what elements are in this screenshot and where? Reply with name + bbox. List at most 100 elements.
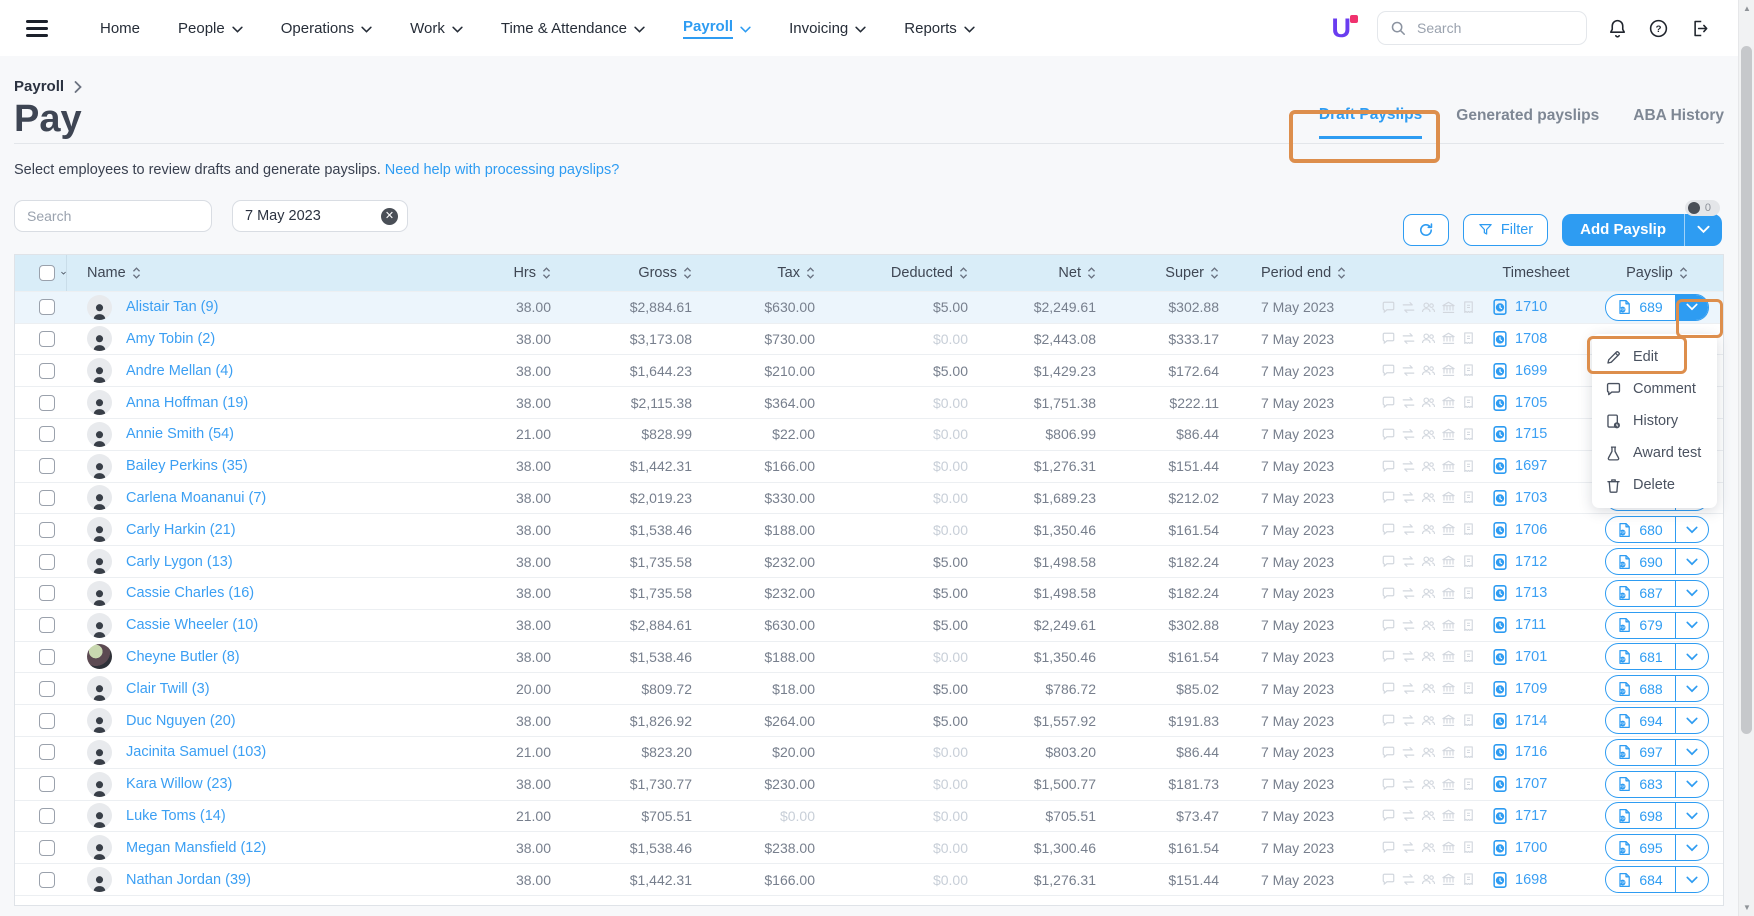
table-row[interactable]: Alistair Tan (9) 38.00 $2,884.61 $630.00… [15, 291, 1723, 323]
table-row[interactable]: Duc Nguyen (20) 38.00 $1,826.92 $264.00 … [15, 704, 1723, 736]
table-row[interactable]: Jacinita Samuel (103) 21.00 $823.20 $20.… [15, 736, 1723, 768]
payslip-menu-button[interactable] [1675, 676, 1708, 701]
employee-name-link[interactable]: Carly Lygon (13) [126, 554, 233, 570]
scrollbar-thumb[interactable] [1741, 46, 1752, 734]
payslip-button[interactable]: PDF 695 [1605, 834, 1708, 861]
row-checkbox[interactable] [39, 840, 55, 856]
payslip-button[interactable]: PDF 694 [1605, 707, 1708, 734]
scroll-down-icon[interactable]: ▼ [1739, 903, 1754, 912]
nav-item-invoicing[interactable]: Invoicing [789, 20, 866, 37]
timesheet-link[interactable]: 1714 [1515, 713, 1547, 729]
timesheet-link[interactable]: 1717 [1515, 808, 1547, 824]
table-row[interactable]: Carlena Moananui (7) 38.00 $2,019.23 $33… [15, 482, 1723, 514]
employee-name-link[interactable]: Annie Smith (54) [126, 426, 234, 442]
table-row[interactable]: Clair Twill (3) 20.00 $809.72 $18.00 $5.… [15, 672, 1723, 704]
timesheet-link[interactable]: 1700 [1515, 840, 1547, 856]
payslip-button[interactable]: PDF 697 [1605, 739, 1708, 766]
timesheet-link[interactable]: 1698 [1515, 872, 1547, 888]
timesheet-link[interactable]: 1699 [1515, 363, 1547, 379]
employee-name-link[interactable]: Duc Nguyen (20) [126, 713, 236, 729]
payslip-menu-button[interactable] [1675, 772, 1708, 797]
payslip-menu-button[interactable] [1675, 708, 1708, 733]
table-row[interactable]: Cassie Charles (16) 38.00 $1,735.58 $232… [15, 577, 1723, 609]
payslip-button[interactable]: PDF 683 [1605, 771, 1708, 798]
timesheet-link[interactable]: 1710 [1515, 299, 1547, 315]
logout-icon[interactable] [1689, 18, 1710, 39]
payslip-button[interactable]: PDF 698 [1605, 802, 1708, 829]
payslip-menu-button[interactable] [1675, 581, 1708, 606]
payslip-button[interactable]: PDF 680 [1605, 516, 1708, 543]
timesheet-link[interactable]: 1716 [1515, 744, 1547, 760]
employee-name-link[interactable]: Carlena Moananui (7) [126, 490, 266, 506]
table-row[interactable]: Cheyne Butler (8) 38.00 $1,538.46 $188.0… [15, 641, 1723, 673]
table-row[interactable]: Andre Mellan (4) 38.00 $1,644.23 $210.00… [15, 354, 1723, 386]
timesheet-link[interactable]: 1708 [1515, 331, 1547, 347]
payslip-menu-button[interactable] [1675, 803, 1708, 828]
row-checkbox[interactable] [39, 808, 55, 824]
refresh-button[interactable] [1403, 214, 1449, 246]
timesheet-link[interactable]: 1709 [1515, 681, 1547, 697]
menu-item-edit[interactable]: Edit [1592, 341, 1717, 373]
employee-name-link[interactable]: Cheyne Butler (8) [126, 649, 240, 665]
timesheet-link[interactable]: 1715 [1515, 426, 1547, 442]
payslip-menu-button[interactable] [1675, 867, 1708, 892]
timesheet-link[interactable]: 1706 [1515, 522, 1547, 538]
menu-item-comment[interactable]: Comment [1592, 373, 1717, 405]
nav-item-people[interactable]: People [178, 20, 243, 37]
clear-icon[interactable]: ✕ [381, 208, 398, 225]
row-checkbox[interactable] [39, 776, 55, 792]
header-deducted[interactable]: Deducted [827, 265, 980, 281]
employee-name-link[interactable]: Kara Willow (23) [126, 776, 232, 792]
tab-aba-history[interactable]: ABA History [1633, 107, 1724, 137]
header-period-end[interactable]: Period end [1231, 265, 1381, 281]
row-checkbox[interactable] [39, 299, 55, 315]
employee-name-link[interactable]: Megan Mansfield (12) [126, 840, 266, 856]
employee-name-link[interactable]: Luke Toms (14) [126, 808, 226, 824]
scroll-up-icon[interactable]: ▲ [1739, 4, 1754, 13]
table-row[interactable]: Carly Harkin (21) 38.00 $1,538.46 $188.0… [15, 513, 1723, 545]
employee-name-link[interactable]: Bailey Perkins (35) [126, 458, 248, 474]
table-row[interactable]: Nathan Jordan (39) 38.00 $1,442.31 $166.… [15, 863, 1723, 895]
header-net[interactable]: Net [980, 265, 1108, 281]
payslip-button[interactable]: PDF 688 [1605, 675, 1708, 702]
payslip-menu-button[interactable] [1675, 644, 1708, 669]
employee-name-link[interactable]: Anna Hoffman (19) [126, 395, 248, 411]
global-search[interactable] [1377, 11, 1587, 45]
employee-name-link[interactable]: Cassie Wheeler (10) [126, 617, 258, 633]
table-row[interactable]: Megan Mansfield (12) 38.00 $1,538.46 $23… [15, 831, 1723, 863]
payslip-button[interactable]: PDF 689 [1605, 294, 1708, 321]
header-gross[interactable]: Gross [563, 265, 704, 281]
page-scrollbar[interactable]: ▲ ▼ [1738, 0, 1754, 916]
timesheet-link[interactable]: 1707 [1515, 776, 1547, 792]
select-all-checkbox[interactable] [39, 265, 55, 281]
row-checkbox[interactable] [39, 681, 55, 697]
payslip-menu-button[interactable] [1675, 295, 1708, 320]
employee-name-link[interactable]: Jacinita Samuel (103) [126, 744, 266, 760]
payslip-menu-button[interactable] [1675, 549, 1708, 574]
timesheet-link[interactable]: 1701 [1515, 649, 1547, 665]
payslip-button[interactable]: PDF 687 [1605, 580, 1708, 607]
row-checkbox[interactable] [39, 490, 55, 506]
add-payslip-dropdown-button[interactable] [1684, 214, 1722, 246]
row-checkbox[interactable] [39, 872, 55, 888]
row-checkbox[interactable] [39, 713, 55, 729]
global-search-input[interactable] [1415, 19, 1555, 37]
employee-name-link[interactable]: Alistair Tan (9) [126, 299, 218, 315]
header-name[interactable]: Name [67, 265, 451, 281]
table-row[interactable]: Kara Willow (23) 38.00 $1,730.77 $230.00… [15, 768, 1723, 800]
timesheet-link[interactable]: 1712 [1515, 554, 1547, 570]
header-hrs[interactable]: Hrs [451, 265, 563, 281]
header-super[interactable]: Super [1108, 265, 1231, 281]
pay-date-field[interactable]: 7 May 2023 ✕ [232, 200, 408, 232]
row-checkbox[interactable] [39, 522, 55, 538]
row-checkbox[interactable] [39, 395, 55, 411]
payslip-button[interactable]: PDF 690 [1605, 548, 1708, 575]
timesheet-link[interactable]: 1703 [1515, 490, 1547, 506]
menu-item-delete[interactable]: Delete [1592, 469, 1717, 501]
nav-item-payroll[interactable]: Payroll [683, 18, 751, 39]
row-checkbox[interactable] [39, 331, 55, 347]
row-checkbox[interactable] [39, 649, 55, 665]
filter-button[interactable]: Filter [1463, 214, 1548, 246]
timesheet-link[interactable]: 1705 [1515, 395, 1547, 411]
table-row[interactable]: Anna Hoffman (19) 38.00 $2,115.38 $364.0… [15, 386, 1723, 418]
